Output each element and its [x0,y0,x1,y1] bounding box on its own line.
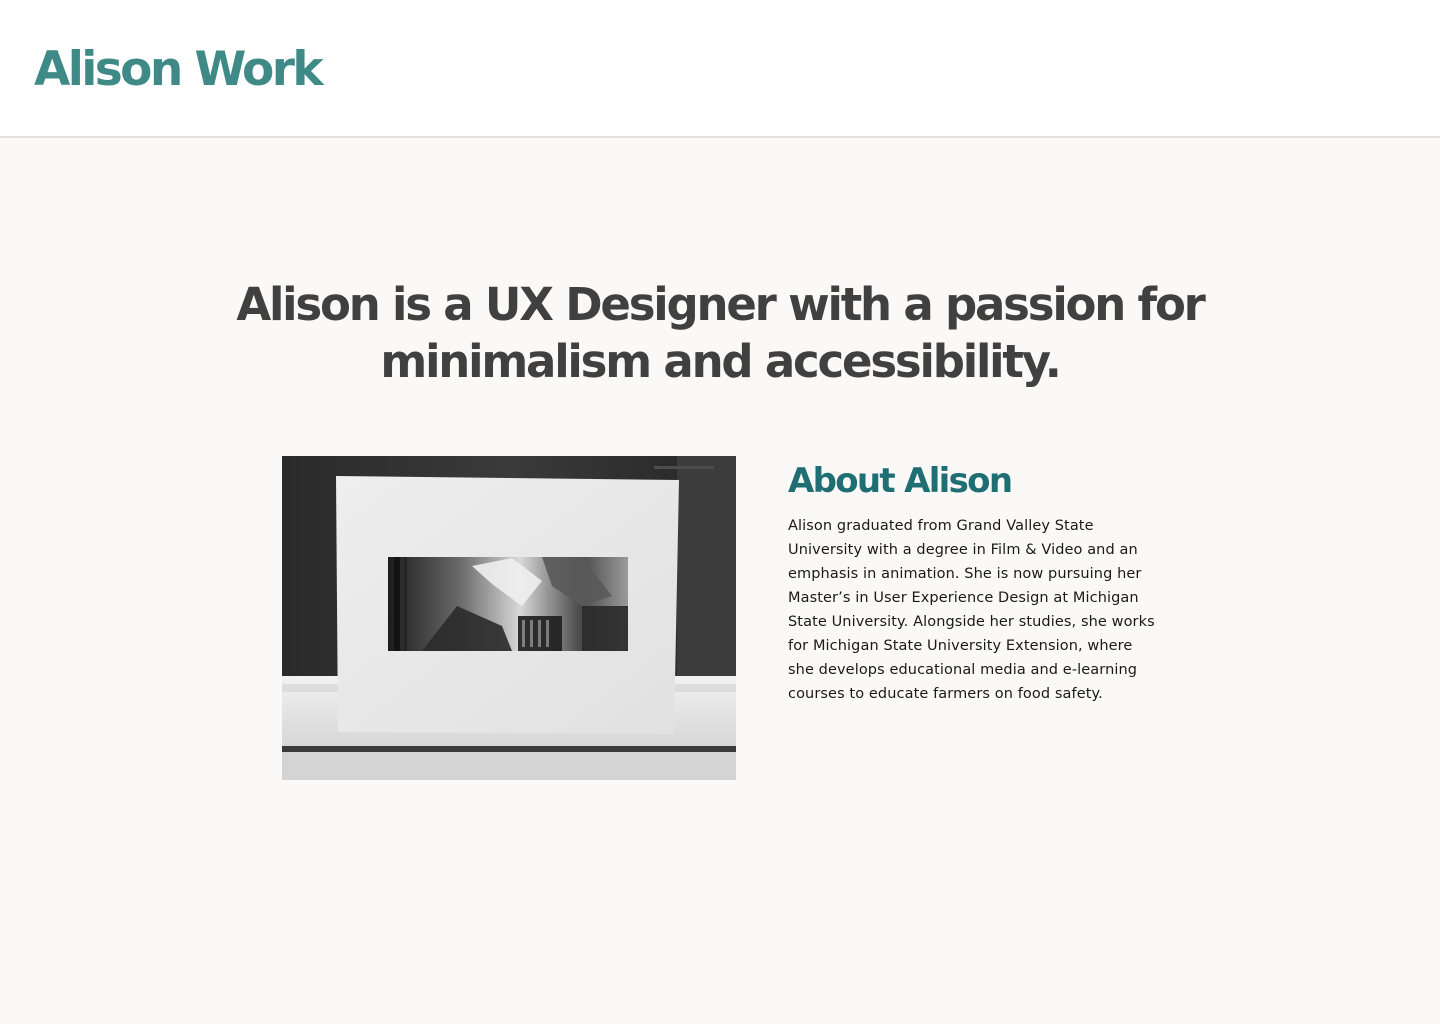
site-header: Alison Work [0,0,1440,138]
about-section: About Alison Alison graduated from Grand… [788,456,1168,706]
site-title-link[interactable]: Alison Work [34,38,324,102]
main-content: Alison is a UX Designer with a passion f… [0,140,1440,1024]
hero-heading: Alison is a UX Designer with a passion f… [236,278,1206,388]
about-title: About Alison [788,461,1013,501]
about-text: Alison graduated from Grand Valley State… [788,518,1155,702]
framed-photo-image [282,456,736,780]
